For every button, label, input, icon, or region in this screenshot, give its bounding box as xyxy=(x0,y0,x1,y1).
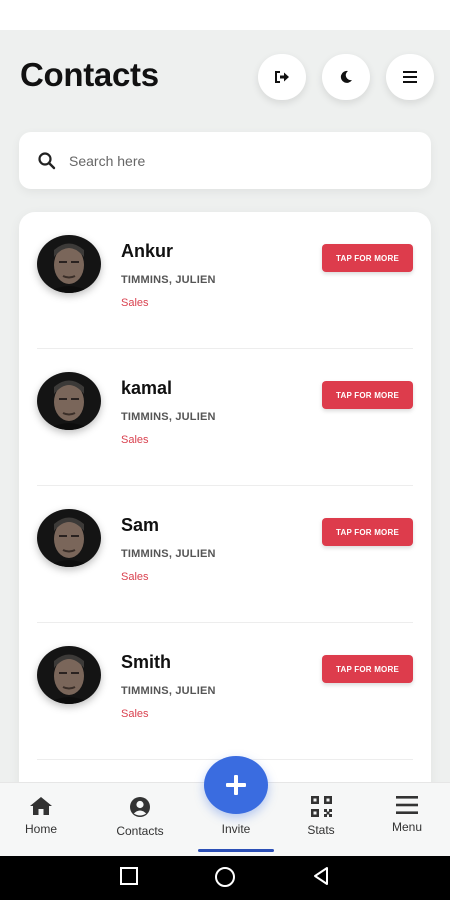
avatar xyxy=(37,235,101,293)
contact-department: Sales xyxy=(121,434,149,446)
contact-subtitle: TIMMINS, JULIEN xyxy=(121,411,216,423)
tap-for-more-button[interactable]: TAP FOR MORE xyxy=(322,655,413,683)
nav-item-menu[interactable]: Menu xyxy=(382,783,432,857)
tap-for-more-button[interactable]: TAP FOR MORE xyxy=(322,518,413,546)
system-navigation-bar xyxy=(0,856,450,900)
contact-subtitle: TIMMINS, JULIEN xyxy=(121,685,216,697)
tap-for-more-button[interactable]: TAP FOR MORE xyxy=(322,381,413,409)
status-bar xyxy=(0,0,450,30)
nav-item-home[interactable]: Home xyxy=(12,783,70,857)
contact-item[interactable]: kamal TIMMINS, JULIEN Sales TAP FOR MORE xyxy=(19,349,431,486)
logout-icon xyxy=(275,71,289,83)
search-bar xyxy=(19,132,431,189)
menu-icon xyxy=(396,796,418,814)
invite-button[interactable] xyxy=(204,756,268,814)
menu-icon xyxy=(403,71,417,83)
tap-for-more-button[interactable]: TAP FOR MORE xyxy=(322,244,413,272)
avatar xyxy=(37,646,101,704)
home-icon xyxy=(30,797,52,815)
avatar xyxy=(37,372,101,430)
nav-item-stats[interactable]: Stats xyxy=(296,783,346,857)
active-tab-indicator xyxy=(198,849,274,852)
nav-label: Home xyxy=(24,822,57,836)
contact-list: Ankur TIMMINS, JULIEN Sales TAP FOR MORE… xyxy=(19,212,431,782)
contact-department: Sales xyxy=(121,571,149,583)
contact-name: Sam xyxy=(121,515,160,535)
back-icon[interactable] xyxy=(311,866,331,886)
nav-label: Menu xyxy=(391,820,423,834)
contact-item[interactable]: Sam TIMMINS, JULIEN Sales TAP FOR MORE xyxy=(19,486,431,623)
home-system-icon[interactable] xyxy=(214,866,236,888)
plus-icon xyxy=(226,775,246,795)
contact-department: Sales xyxy=(121,708,149,720)
search-input[interactable] xyxy=(69,152,389,169)
account-circle-icon xyxy=(130,797,150,817)
contact-item[interactable]: Smith TIMMINS, JULIEN Sales TAP FOR MORE xyxy=(19,623,431,760)
search-icon xyxy=(38,151,56,169)
nav-label: Stats xyxy=(307,823,335,837)
moon-icon xyxy=(340,70,352,83)
nav-label-invite[interactable]: Invite xyxy=(200,822,272,836)
page-title: Contacts xyxy=(20,56,159,93)
avatar xyxy=(37,509,101,567)
logout-button[interactable] xyxy=(258,54,306,100)
nav-item-contacts[interactable]: Contacts xyxy=(106,783,174,857)
qr-code-icon xyxy=(310,796,332,817)
dark-mode-button[interactable] xyxy=(322,54,370,100)
contacts-screen: Contacts Search here Ankur TIMMINS, JULI… xyxy=(0,30,450,782)
contact-department: Sales xyxy=(121,297,149,309)
contact-name: Ankur xyxy=(121,241,174,261)
menu-button[interactable] xyxy=(386,54,434,100)
contact-name: kamal xyxy=(121,378,173,398)
contact-subtitle: TIMMINS, JULIEN xyxy=(121,548,216,560)
contact-subtitle: TIMMINS, JULIEN xyxy=(121,274,216,286)
contact-item[interactable]: Ankur TIMMINS, JULIEN Sales TAP FOR MORE xyxy=(19,212,431,349)
contact-name: Smith xyxy=(121,652,172,672)
nav-label: Contacts xyxy=(116,824,164,838)
recent-apps-icon[interactable] xyxy=(119,866,139,886)
